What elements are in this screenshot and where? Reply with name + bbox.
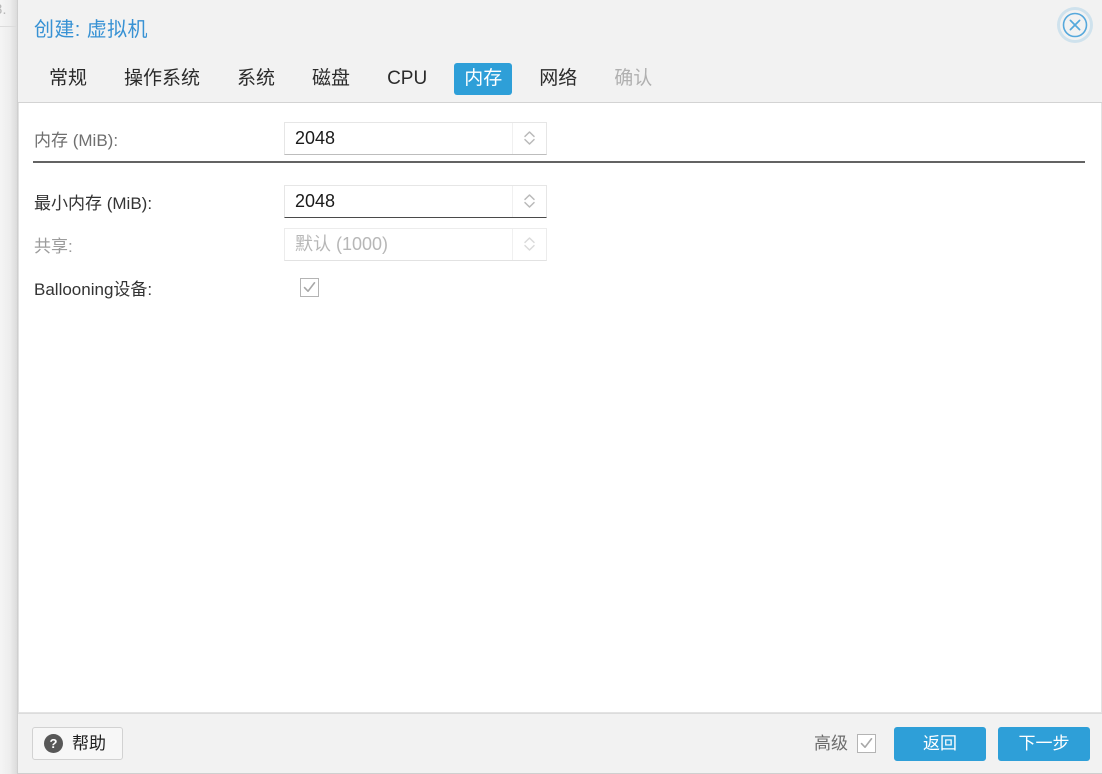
tab-network[interactable]: 网络 xyxy=(529,63,587,95)
ballooning-checkbox[interactable] xyxy=(300,277,319,297)
form-row-ballooning: Ballooning设备: xyxy=(19,266,1101,308)
spinner-arrows-icon[interactable] xyxy=(512,185,546,217)
help-button[interactable]: ? 帮助 xyxy=(32,727,123,760)
help-button-label: 帮助 xyxy=(72,733,106,753)
back-button[interactable]: 返回 xyxy=(894,726,986,761)
checkmark-icon xyxy=(860,738,873,748)
tab-system[interactable]: 系统 xyxy=(227,63,285,95)
tab-cpu[interactable]: CPU xyxy=(377,63,437,95)
background-strip xyxy=(0,0,18,774)
form-row-min-memory: 最小内存 (MiB): 2048 xyxy=(19,180,1101,222)
form-row-shares: 共享: 默认 (1000) xyxy=(19,223,1101,265)
background-clipped-text: 8. xyxy=(0,1,7,18)
tab-confirm: 确认 xyxy=(614,68,653,89)
spinner-arrows-icon xyxy=(512,228,546,260)
footer-actions: 高级 返回 下一步 xyxy=(814,726,1090,761)
tab-general[interactable]: 常规 xyxy=(39,63,97,95)
ballooning-label: Ballooning设备: xyxy=(34,279,153,299)
tab-disks[interactable]: 磁盘 xyxy=(302,63,360,95)
close-icon[interactable] xyxy=(1060,10,1090,40)
min-memory-value: 2048 xyxy=(295,190,336,211)
memory-form-panel: 内存 (MiB): 2048 最小内存 (MiB): 2048 共享: 默认 (… xyxy=(18,103,1102,713)
form-group-divider xyxy=(33,161,1085,163)
shares-label: 共享: xyxy=(34,236,73,256)
checkmark-icon xyxy=(303,281,316,292)
question-mark-icon: ? xyxy=(44,734,63,753)
advanced-checkbox[interactable] xyxy=(857,734,876,753)
min-memory-input[interactable]: 2048 xyxy=(284,184,547,218)
tab-os[interactable]: 操作系统 xyxy=(114,63,210,95)
memory-input[interactable]: 2048 xyxy=(284,121,547,155)
form-row-memory: 内存 (MiB): 2048 xyxy=(19,117,1101,159)
dialog-footer: ? 帮助 高级 返回 下一步 xyxy=(18,713,1102,773)
advanced-label: 高级 xyxy=(814,733,848,753)
next-button[interactable]: 下一步 xyxy=(998,726,1090,761)
memory-value: 2048 xyxy=(295,127,336,148)
shares-value: 默认 (1000) xyxy=(295,233,389,254)
create-vm-dialog: 创建: 虚拟机 常规 操作系统 系统 磁盘 CPU 内存 网络 确认 内存 (M… xyxy=(17,0,1102,774)
spinner-arrows-icon[interactable] xyxy=(512,122,546,154)
dialog-titlebar: 创建: 虚拟机 xyxy=(18,0,1102,56)
tab-memory[interactable]: 内存 xyxy=(454,63,513,95)
memory-label: 内存 (MiB): xyxy=(34,130,119,150)
min-memory-label: 最小内存 (MiB): xyxy=(34,193,153,213)
dialog-tabs: 常规 操作系统 系统 磁盘 CPU 内存 网络 确认 xyxy=(18,56,1102,103)
page-title: 创建: 虚拟机 xyxy=(34,19,148,41)
background-divider xyxy=(0,26,18,27)
shares-input: 默认 (1000) xyxy=(284,227,547,261)
